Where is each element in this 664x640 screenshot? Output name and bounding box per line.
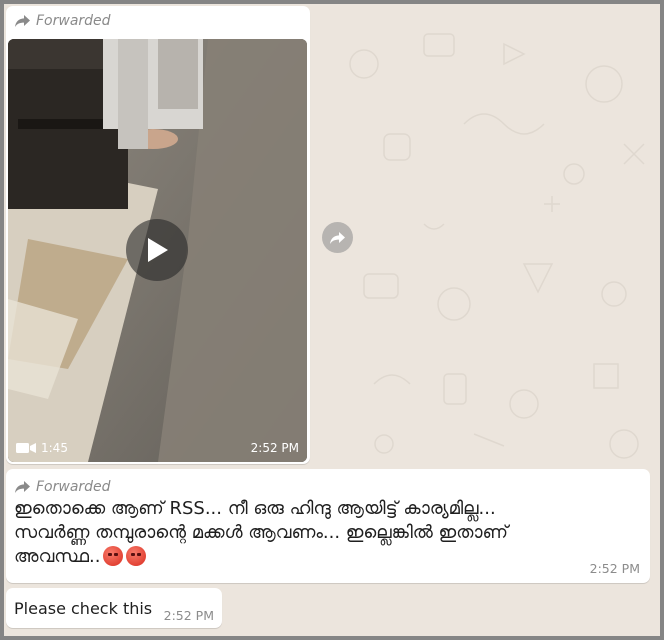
message-time: 2:52 PM <box>589 561 640 576</box>
angry-face-emoji <box>126 546 147 566</box>
video-camera-icon <box>16 443 36 453</box>
message-text: Please check this <box>14 599 153 618</box>
forward-icon <box>15 15 30 27</box>
video-duration: 1:45 <box>16 441 68 455</box>
text-message-bubble[interactable]: Please check this 2:52 PM <box>6 588 222 628</box>
forwarded-indicator: Forwarded <box>14 479 111 495</box>
forwarded-indicator: Forwarded <box>14 13 111 29</box>
play-icon <box>148 238 168 262</box>
play-button[interactable] <box>126 219 188 281</box>
message-line: അവസ്ഥ.. <box>14 546 101 567</box>
message-text: ഇതൊക്കെ ആണ് RSS... നീ ഒരു ഹിന്ദു ആയിട്ട്… <box>14 497 634 569</box>
message-time: 2:52 PM <box>250 441 299 455</box>
message-time: 2:52 PM <box>163 608 214 623</box>
forwarded-label: Forwarded <box>36 479 111 495</box>
forward-icon <box>15 481 30 493</box>
message-line: സവർണ്ണ തമ്പുരാന്റെ മക്കൾ ആവണം... ഇല്ലെങ്… <box>14 522 508 543</box>
message-line-last: അവസ്ഥ.. <box>14 545 634 569</box>
share-icon <box>330 231 345 244</box>
forwarded-label: Forwarded <box>36 13 111 29</box>
message-line: ഇതൊക്കെ ആണ് RSS... നീ ഒരു ഹിന്ദു ആയിട്ട്… <box>14 498 496 519</box>
share-button[interactable] <box>322 222 353 253</box>
text-message-bubble[interactable]: Forwarded ഇതൊക്കെ ആണ് RSS... നീ ഒരു ഹിന്… <box>6 469 650 583</box>
chat-panel: Forwarded 1:45 2:52 PM Forwarded ഇതൊക്കെ… <box>0 0 664 640</box>
angry-face-emoji <box>103 546 124 566</box>
video-duration-text: 1:45 <box>41 441 68 455</box>
video-thumbnail[interactable]: 1:45 2:52 PM <box>8 39 307 462</box>
video-message-bubble[interactable]: Forwarded 1:45 2:52 PM <box>6 6 310 464</box>
